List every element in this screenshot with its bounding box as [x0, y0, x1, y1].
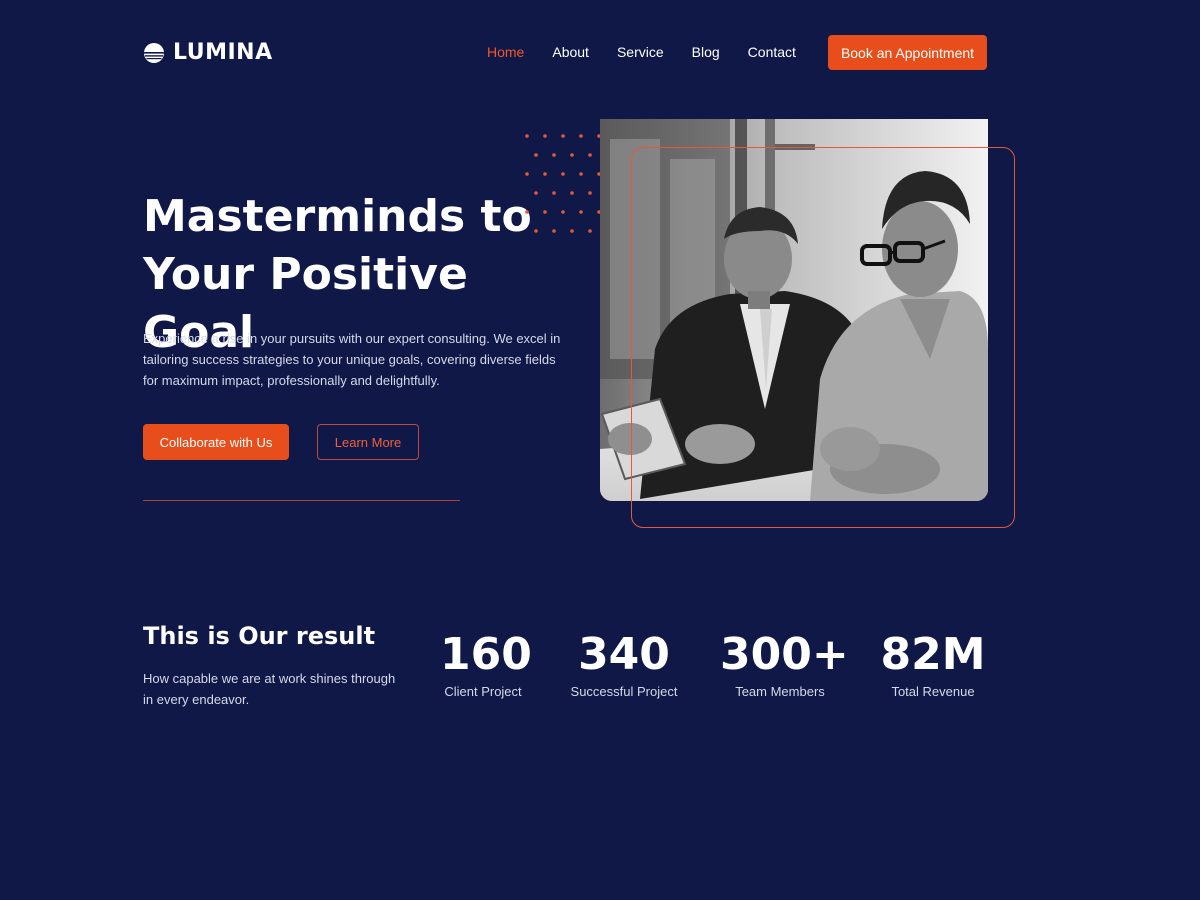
decorative-dot — [525, 210, 529, 214]
decorative-dot — [525, 172, 529, 176]
nav-about[interactable]: About — [552, 44, 589, 60]
decorative-dot — [552, 153, 556, 157]
decorative-dot — [552, 229, 556, 233]
decorative-dot — [570, 229, 574, 233]
decorative-dot — [579, 134, 583, 138]
decorative-dot — [579, 172, 583, 176]
decorative-dot — [561, 172, 565, 176]
nav-home[interactable]: Home — [487, 44, 524, 60]
main-nav: Home About Service Blog Contact — [487, 44, 796, 60]
photo-accent-frame — [631, 147, 1015, 528]
stat-label: Successful Project — [570, 684, 678, 699]
stat-total-revenue: 82M Total Revenue — [878, 628, 988, 699]
learn-more-button[interactable]: Learn More — [317, 424, 419, 460]
stat-label: Client Project — [444, 684, 522, 699]
decorative-dot — [534, 229, 538, 233]
decorative-dot — [579, 210, 583, 214]
decorative-dot — [588, 191, 592, 195]
decorative-dot — [588, 229, 592, 233]
decorative-dot — [570, 191, 574, 195]
stat-value: 82M — [880, 629, 986, 680]
stat-value: 160 — [440, 629, 532, 680]
decorative-dot — [552, 191, 556, 195]
stat-value: 340 — [578, 629, 670, 680]
stat-client-project: 160 Client Project — [440, 628, 532, 699]
landing-page: LUMINA Home About Service Blog Contact B… — [0, 0, 1200, 900]
nav-service[interactable]: Service — [617, 44, 664, 60]
hero-title-line1: Masterminds to — [143, 191, 532, 242]
hero-description: Experience a rise in your pursuits with … — [143, 331, 561, 388]
book-appointment-button[interactable]: Book an Appointment — [828, 35, 987, 70]
decorative-dot — [561, 210, 565, 214]
decorative-dot — [534, 153, 538, 157]
stat-label: Total Revenue — [891, 684, 975, 699]
hero-divider — [143, 500, 460, 501]
brand-logo[interactable]: LUMINA — [143, 40, 273, 65]
decorative-dot — [543, 172, 547, 176]
collaborate-button[interactable]: Collaborate with Us — [143, 424, 289, 460]
stat-team-members: 300+ Team Members — [720, 628, 849, 699]
decorative-dot — [588, 153, 592, 157]
stat-value: 300+ — [720, 629, 849, 680]
results-title: This is Our result — [143, 622, 376, 650]
nav-blog[interactable]: Blog — [692, 44, 720, 60]
results-description: How capable we are at work shines throug… — [143, 671, 396, 707]
logo-icon — [144, 42, 164, 63]
decorative-dot — [561, 134, 565, 138]
decorative-dot — [525, 134, 529, 138]
brand-name: LUMINA — [173, 40, 273, 65]
nav-contact[interactable]: Contact — [748, 44, 796, 60]
decorative-dot — [570, 153, 574, 157]
decorative-dot — [543, 134, 547, 138]
stat-label: Team Members — [735, 684, 825, 699]
decorative-dot — [543, 210, 547, 214]
decorative-dot — [534, 191, 538, 195]
stat-successful-project: 340 Successful Project — [566, 628, 682, 699]
